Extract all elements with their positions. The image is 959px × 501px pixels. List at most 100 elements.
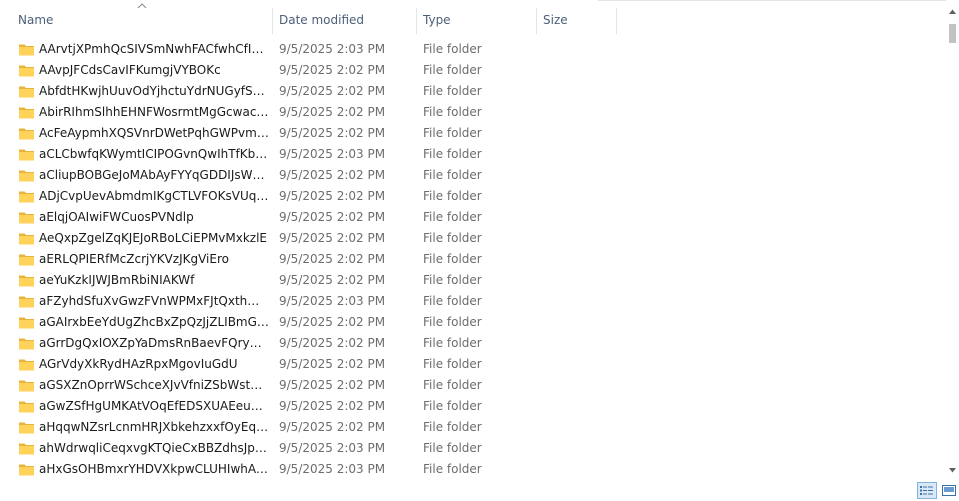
file-date-modified: 9/5/2025 2:02 PM: [279, 168, 386, 182]
file-row[interactable]: aElqjOAIwiFWCuosPVNdlp 9/5/2025 2:02 PM Fi…: [11, 207, 946, 228]
file-name: aHqqwNZsrLcnmHRJXbkehzxxfOyEqkHV...: [39, 420, 269, 434]
file-type: File folder: [423, 105, 482, 119]
file-name: AAvpJFCdsCavIFKumgjVYBOKc: [39, 63, 221, 77]
file-type: File folder: [423, 336, 482, 350]
file-type: File folder: [423, 84, 482, 98]
file-name: AeQxpZgelZqKJEJoRBoLCiEPMvMxkzlE: [39, 231, 268, 245]
file-type: File folder: [423, 357, 482, 371]
file-date-modified: 9/5/2025 2:02 PM: [279, 378, 386, 392]
file-row[interactable]: ADjCvpUevAbmdmIKgCTLVFOKsVUqrqt... 9/5/20…: [11, 186, 946, 207]
folder-icon: [19, 338, 34, 350]
file-date-modified: 9/5/2025 2:02 PM: [279, 210, 386, 224]
file-row[interactable]: AAvpJFCdsCavIFKumgjVYBOKc 9/5/2025 2:02 P…: [11, 60, 946, 81]
scrollbar-thumb[interactable]: [949, 24, 956, 43]
file-name: aCLCbwfqKWymtICIPOGvnQwIhTfKbOh...: [39, 147, 269, 161]
column-header-size[interactable]: Size: [536, 0, 616, 38]
large-icons-view-button[interactable]: [939, 482, 959, 499]
file-name: aGSXZnOprrWSchceXJvVfniZSbWstVFkq...: [39, 378, 269, 392]
file-type: File folder: [423, 399, 482, 413]
file-row[interactable]: aERLQPIERfMcZcrjYKVzJKgViEro 9/5/2025 2:0…: [11, 249, 946, 270]
folder-icon: [19, 359, 34, 371]
folder-icon: [19, 149, 34, 161]
file-row[interactable]: aCLCbwfqKWymtICIPOGvnQwIhTfKbOh... 9/5/20…: [11, 144, 946, 165]
folder-icon: [19, 380, 34, 392]
folder-icon: [19, 44, 34, 56]
file-row[interactable]: aGSXZnOprrWSchceXJvVfniZSbWstVFkq... 9/5/…: [11, 375, 946, 396]
file-row[interactable]: AeQxpZgelZqKJEJoRBoLCiEPMvMxkzlE 9/5/2025…: [11, 228, 946, 249]
folder-icon: [19, 191, 34, 203]
file-date-modified: 9/5/2025 2:02 PM: [279, 315, 386, 329]
folder-icon: [19, 296, 34, 308]
file-row[interactable]: aGAIrxbEeYdUgZhcBxZpQzJjZLIBmGuHY... 9/5/…: [11, 312, 946, 333]
file-name: aHxGsOHBmxrYHDVXkpwCLUHIwhAQyI...: [39, 462, 269, 476]
file-date-modified: 9/5/2025 2:02 PM: [279, 399, 386, 413]
file-row[interactable]: aCliupBOBGeJoMAbAyFYYqGDDIJsWggD... 9/5/2…: [11, 165, 946, 186]
file-row[interactable]: ahWdrwqliCeqxvgKTQieCxBBZdhsJpakK... 9/5/…: [11, 438, 946, 459]
details-view-button[interactable]: [917, 482, 937, 499]
file-name: ADjCvpUevAbmdmIKgCTLVFOKsVUqrqt...: [39, 189, 269, 203]
file-name: aGrrDgQxIOXZpYaDmsRnBaevFQryEIWIo...: [39, 336, 269, 350]
file-name: aeYuKzkIJWJBmRbiNIAKWf: [39, 273, 195, 287]
folder-icon: [19, 128, 34, 140]
column-header-type[interactable]: Type: [416, 0, 536, 38]
file-date-modified: 9/5/2025 2:02 PM: [279, 84, 386, 98]
file-date-modified: 9/5/2025 2:03 PM: [279, 441, 386, 455]
folder-icon: [19, 254, 34, 266]
file-type: File folder: [423, 441, 482, 455]
details-view-icon: [920, 486, 933, 495]
file-name: aCliupBOBGeJoMAbAyFYYqGDDIJsWggD...: [39, 168, 269, 182]
column-separator[interactable]: [616, 8, 617, 34]
folder-icon: [19, 170, 34, 182]
file-type: File folder: [423, 273, 482, 287]
folder-icon: [19, 317, 34, 329]
file-row[interactable]: aFZyhdSfuXvGwzFVnWPMxFJtQxthMLEb... 9/5/2…: [11, 291, 946, 312]
scroll-down-icon[interactable]: [948, 466, 957, 474]
folder-icon: [19, 275, 34, 287]
file-row[interactable]: aHqqwNZsrLcnmHRJXbkehzxxfOyEqkHV... 9/5/2…: [11, 417, 946, 438]
file-type: File folder: [423, 252, 482, 266]
file-name: aFZyhdSfuXvGwzFVnWPMxFJtQxthMLEb...: [39, 294, 269, 308]
scroll-up-icon[interactable]: [948, 8, 957, 16]
folder-icon: [19, 65, 34, 77]
folder-icon: [19, 233, 34, 245]
folder-icon: [19, 107, 34, 119]
folder-icon: [19, 464, 34, 476]
file-date-modified: 9/5/2025 2:02 PM: [279, 273, 386, 287]
file-row[interactable]: AbirRIhmSlhhEHNFWosrmtMgGcwacojhG 9/5/202…: [11, 102, 946, 123]
file-list: AArvtjXPmhQcSIVSmNwhFACfwhCfISQA... 9/5/2…: [11, 39, 946, 480]
file-row[interactable]: aGrrDgQxIOXZpYaDmsRnBaevFQryEIWIo... 9/5/…: [11, 333, 946, 354]
file-date-modified: 9/5/2025 2:03 PM: [279, 147, 386, 161]
folder-icon: [19, 86, 34, 98]
file-date-modified: 9/5/2025 2:02 PM: [279, 189, 386, 203]
file-date-modified: 9/5/2025 2:03 PM: [279, 294, 386, 308]
file-date-modified: 9/5/2025 2:02 PM: [279, 231, 386, 245]
file-row[interactable]: aHxGsOHBmxrYHDVXkpwCLUHIwhAQyI... 9/5/202…: [11, 459, 946, 480]
folder-icon: [19, 212, 34, 224]
column-header-name[interactable]: Name: [11, 0, 271, 38]
file-type: File folder: [423, 42, 482, 56]
file-row[interactable]: aGwZSfHgUMKAtVOqEfEDSXUAEeuRtqN... 9/5/20…: [11, 396, 946, 417]
file-type: File folder: [423, 126, 482, 140]
file-name: AArvtjXPmhQcSIVSmNwhFACfwhCfISQA...: [39, 42, 269, 56]
file-type: File folder: [423, 420, 482, 434]
file-type: File folder: [423, 315, 482, 329]
file-row[interactable]: AcFeAypmhXQSVnrDWetPqhGWPvmVh... 9/5/2025…: [11, 123, 946, 144]
folder-icon: [19, 401, 34, 413]
file-row[interactable]: aeYuKzkIJWJBmRbiNIAKWf 9/5/2025 2:02 PM Fi…: [11, 270, 946, 291]
file-type: File folder: [423, 378, 482, 392]
file-date-modified: 9/5/2025 2:02 PM: [279, 357, 386, 371]
vertical-scrollbar[interactable]: [946, 0, 959, 478]
column-header-row: Name Date modified Type Size: [0, 0, 946, 38]
file-row[interactable]: AGrVdyXkRydHAzRpxMgovIuGdU 9/5/2025 2:02 …: [11, 354, 946, 375]
file-name: AbirRIhmSlhhEHNFWosrmtMgGcwacojhG: [39, 105, 269, 119]
file-type: File folder: [423, 210, 482, 224]
file-row[interactable]: AArvtjXPmhQcSIVSmNwhFACfwhCfISQA... 9/5/2…: [11, 39, 946, 60]
file-type: File folder: [423, 462, 482, 476]
column-header-date-modified[interactable]: Date modified: [272, 0, 416, 38]
file-date-modified: 9/5/2025 2:02 PM: [279, 105, 386, 119]
file-type: File folder: [423, 63, 482, 77]
file-date-modified: 9/5/2025 2:02 PM: [279, 252, 386, 266]
file-name: aGAIrxbEeYdUgZhcBxZpQzJjZLIBmGuHY...: [39, 315, 269, 329]
file-type: File folder: [423, 168, 482, 182]
file-row[interactable]: AbfdtHKwjhUuvOdYjhctuYdrNUGyfSWM... 9/5/2…: [11, 81, 946, 102]
